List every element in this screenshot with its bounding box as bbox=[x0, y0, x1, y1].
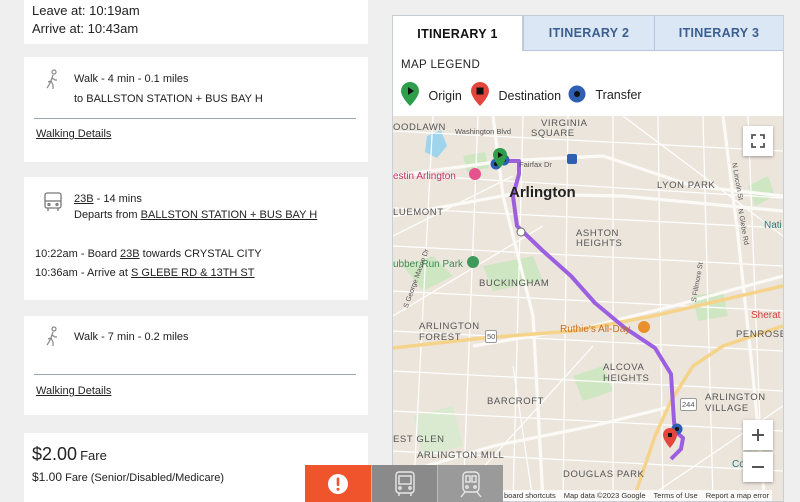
map-label: ALCOVA bbox=[603, 362, 645, 373]
fullscreen-button[interactable] bbox=[743, 126, 773, 156]
zoom-in-button[interactable] bbox=[743, 420, 773, 450]
map-label: OODLAWN bbox=[393, 122, 446, 133]
train-icon bbox=[459, 470, 482, 497]
map-label: LYON PARK bbox=[657, 180, 716, 191]
legend-transfer: Transfer bbox=[568, 85, 642, 103]
walking-details-link[interactable]: Walking Details bbox=[36, 128, 111, 140]
bus-route-summary: 23B - 14 mins bbox=[74, 193, 142, 205]
bus-route-link[interactable]: 23B bbox=[74, 193, 94, 205]
map-label: PENROSE bbox=[736, 329, 783, 340]
map-label: Nati bbox=[764, 220, 782, 231]
divider bbox=[34, 118, 356, 119]
board-route-link[interactable]: 23B bbox=[120, 248, 140, 260]
walk-destination: to BALLSTON STATION + BUS BAY H bbox=[74, 93, 263, 105]
arrive-time: Arrive at: 10:43am bbox=[32, 21, 139, 36]
train-mode-button[interactable] bbox=[437, 465, 503, 502]
bus-icon bbox=[42, 191, 62, 213]
walking-details-link[interactable]: Walking Details bbox=[36, 385, 111, 397]
fare-amount: $2.00 Fare bbox=[32, 444, 107, 464]
map-label: Ruthie's All-Day bbox=[560, 324, 631, 335]
map-label: FOREST bbox=[419, 332, 462, 343]
minus-icon bbox=[752, 466, 764, 468]
map-label: BUCKINGHAM bbox=[479, 278, 550, 289]
alerts-button[interactable] bbox=[305, 465, 371, 502]
map-label: DOUGLAS PARK bbox=[563, 469, 645, 480]
itinerary-map-panel: ITINERARY 1 ITINERARY 2 ITINERARY 3 MAP … bbox=[392, 15, 784, 502]
trip-times-card: Leave at: 10:19am Arrive at: 10:43am bbox=[24, 0, 368, 44]
map-label: Sherat bbox=[751, 310, 781, 321]
tab-itinerary-1[interactable]: ITINERARY 1 bbox=[393, 16, 523, 51]
reduced-fare: $1.00 Fare (Senior/Disabled/Medicare) bbox=[32, 470, 225, 484]
route-map[interactable]: VIRGINIA SQUARE OODLAWN Washington Blvd … bbox=[393, 116, 783, 501]
fullscreen-icon bbox=[751, 134, 765, 148]
divider bbox=[34, 374, 356, 375]
walking-person-icon bbox=[43, 326, 63, 348]
map-label: ARLINGTON bbox=[705, 392, 766, 403]
arrival-stop-link[interactable]: S GLEBE RD & 13TH ST bbox=[131, 267, 254, 279]
board-line: 10:22am - Board 23B towards CRYSTAL CITY bbox=[35, 248, 262, 260]
leave-time: Leave at: 10:19am bbox=[32, 3, 140, 18]
bus-departs: Departs from BALLSTON STATION + BUS BAY … bbox=[74, 209, 318, 221]
bus-step-card: 23B - 14 mins Departs from BALLSTON STAT… bbox=[24, 177, 368, 300]
map-data-credit: Map data ©2023 Google bbox=[563, 491, 646, 500]
walk-step-card: Walk - 7 min - 0.2 miles Walking Details bbox=[24, 316, 368, 415]
map-label: HEIGHTS bbox=[603, 373, 650, 384]
bus-icon bbox=[394, 470, 415, 496]
map-label: estin Arlington bbox=[393, 171, 456, 182]
origin-marker-icon bbox=[401, 82, 419, 106]
departure-stop-link[interactable]: BALLSTON STATION + BUS BAY H bbox=[141, 209, 318, 221]
map-label: SQUARE bbox=[531, 128, 575, 139]
walking-person-icon bbox=[43, 69, 63, 91]
report-error-link[interactable]: Report a map error bbox=[706, 491, 769, 500]
legend-destination: Destination bbox=[471, 82, 561, 106]
plus-icon bbox=[752, 429, 764, 441]
map-label: VILLAGE bbox=[705, 403, 749, 414]
map-legend-title: MAP LEGEND bbox=[401, 59, 481, 71]
map-attribution: board shortcuts Map data ©2023 Google Te… bbox=[501, 490, 773, 501]
map-label: Washington Blvd bbox=[455, 127, 512, 136]
alert-icon bbox=[328, 473, 348, 494]
zoom-out-button[interactable] bbox=[743, 452, 773, 482]
map-label: EST GLEN bbox=[393, 434, 445, 445]
route-shield: 244 bbox=[680, 398, 697, 411]
walk-destination-stop: BALLSTON STATION + BUS BAY H bbox=[86, 93, 263, 105]
map-label: Fairfax Dr bbox=[519, 160, 552, 169]
map-label: BARCROFT bbox=[487, 396, 545, 407]
walk-step-card: Walk - 4 min - 0.1 miles to BALLSTON STA… bbox=[24, 57, 368, 162]
map-label: Arlington bbox=[509, 184, 576, 201]
walk-summary: Walk - 4 min - 0.1 miles bbox=[74, 73, 189, 85]
destination-marker-icon bbox=[471, 82, 489, 106]
map-label: HEIGHTS bbox=[576, 238, 623, 249]
tab-itinerary-2[interactable]: ITINERARY 2 bbox=[523, 16, 654, 51]
route-shield: 50 bbox=[485, 330, 498, 343]
map-label: ARLINGTON MILL bbox=[417, 450, 505, 461]
terms-link[interactable]: Terms of Use bbox=[654, 491, 698, 500]
keyboard-shortcuts-link[interactable]: board shortcuts bbox=[504, 491, 556, 500]
map-label: LUEMONT bbox=[393, 207, 444, 218]
legend-origin: Origin bbox=[401, 82, 462, 106]
bus-mode-button[interactable] bbox=[371, 465, 437, 502]
transfer-marker-icon bbox=[568, 85, 586, 103]
arrive-line: 10:36am - Arrive at S GLEBE RD & 13TH ST bbox=[35, 267, 255, 279]
tab-itinerary-3[interactable]: ITINERARY 3 bbox=[654, 16, 783, 51]
walk-summary: Walk - 7 min - 0.2 miles bbox=[74, 331, 189, 343]
map-label: ARLINGTON bbox=[419, 321, 480, 332]
